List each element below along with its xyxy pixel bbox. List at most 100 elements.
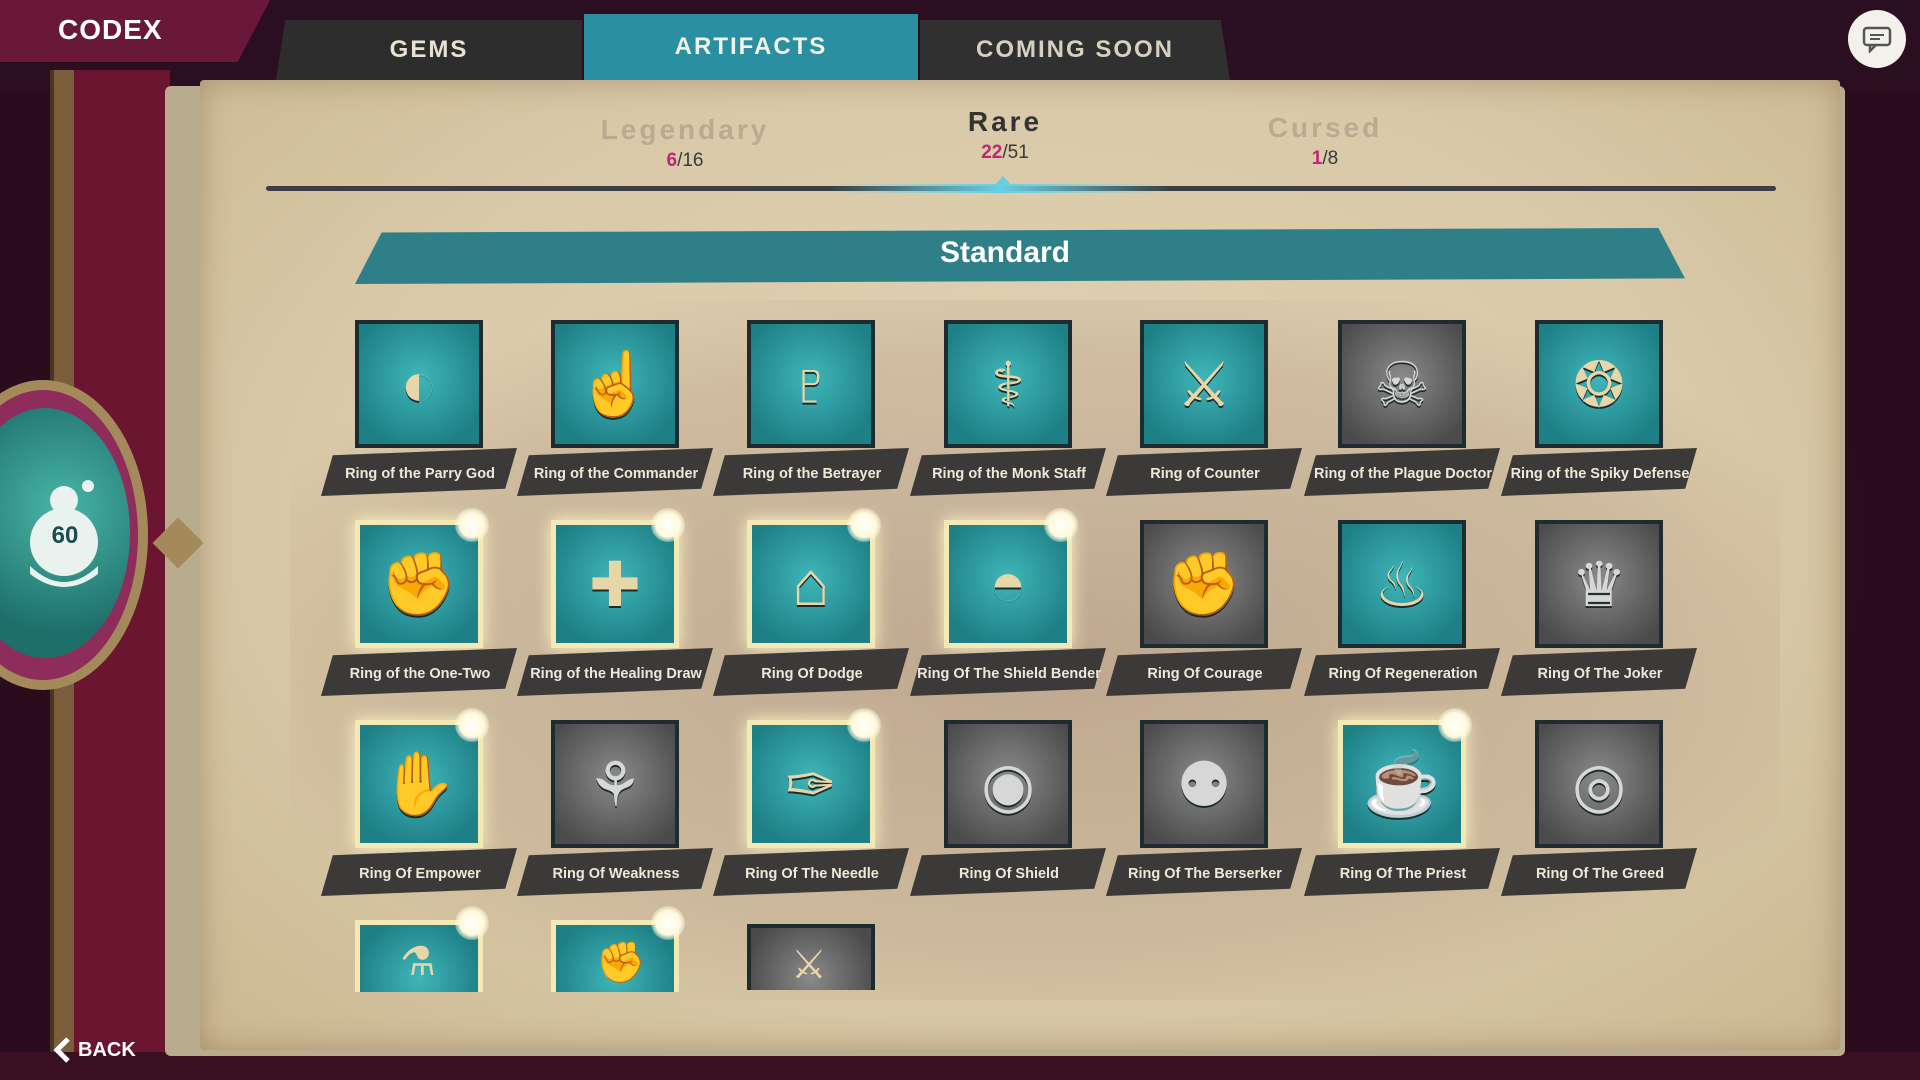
pointing-hand-icon: ☝ — [576, 349, 654, 419]
artifact-card-partial[interactable]: ⚔ — [747, 924, 875, 990]
artifact-card[interactable]: ✊ Ring of the One-Two — [315, 508, 517, 710]
artifact-card[interactable]: ◐ Ring of the Parry God — [315, 320, 517, 510]
back-button[interactable]: BACK — [52, 1036, 136, 1064]
new-sparkle-icon — [1438, 708, 1472, 742]
money-bag-icon: ◎ — [1571, 750, 1627, 820]
artifact-card[interactable]: ♛ Ring Of The Joker — [1495, 520, 1697, 710]
chalice-icon: ☕ — [1363, 749, 1441, 819]
artifact-name: Ring of the Plague Doctor — [1313, 466, 1493, 482]
artifact-name: Ring Of The Needle — [745, 866, 879, 882]
artifact-tile: ☝ — [551, 320, 679, 448]
artifact-card[interactable]: ✑ Ring Of The Needle — [707, 708, 909, 910]
artifact-name: Ring Of Shield — [959, 866, 1059, 882]
artifact-name: Ring of the Parry God — [345, 466, 495, 482]
tab-coming-soon[interactable]: COMING SOON — [920, 20, 1230, 80]
category-count: 6/16 — [666, 150, 704, 171]
shield-arm-icon: ◐ — [400, 349, 438, 419]
artifact-name: Ring Of Empower — [359, 866, 481, 882]
artifact-tile: ⚉ — [1140, 720, 1268, 848]
fist-icon: ✊ — [1165, 549, 1243, 619]
artifact-name: Ring Of The Berserker — [1128, 866, 1282, 882]
staff-icon: ⚕ — [991, 350, 1025, 420]
artifact-card[interactable]: ◓ Ring Of The Shield Bender — [904, 508, 1106, 710]
tab-artifacts[interactable]: ARTIFACTS — [584, 14, 918, 80]
artifact-card[interactable]: ♇ Ring of the Betrayer — [707, 320, 909, 510]
jester-hat-icon: ♛ — [1571, 550, 1627, 620]
artifact-name: Ring of the Healing Draw — [530, 666, 702, 682]
artifact-name: Ring of Counter — [1150, 466, 1260, 482]
hat-icon: ⌂ — [792, 549, 830, 619]
artifact-card[interactable]: ☝ Ring of the Commander — [511, 320, 713, 510]
spiked-helmet-icon: ❂ — [1573, 350, 1625, 420]
artifact-card[interactable]: ◎ Ring Of The Greed — [1495, 720, 1697, 910]
plague-mask-icon: ☠ — [1374, 350, 1430, 420]
artifact-name: Ring of the Spiky Defense — [1510, 466, 1690, 482]
gauntlet-icon: ✊ — [380, 549, 458, 619]
artifact-card[interactable]: ☕ Ring Of The Priest — [1298, 708, 1500, 910]
artifact-card[interactable]: ☠ Ring of the Plague Doctor — [1298, 320, 1500, 510]
artifact-tile: ✊ — [1140, 520, 1268, 648]
category-count: 22/51 — [981, 142, 1029, 163]
new-sparkle-icon — [847, 708, 881, 742]
artifact-tile: ◐ — [355, 320, 483, 448]
artifact-name: Ring Of Courage — [1147, 666, 1263, 682]
artifact-card[interactable]: ◉ Ring Of Shield — [904, 720, 1106, 910]
artifact-card[interactable]: ✋ Ring Of Empower — [315, 708, 517, 910]
needle-icon: ✑ — [785, 750, 837, 820]
artifact-name: Ring Of The Priest — [1339, 866, 1467, 882]
artifact-tile: ⚘ — [551, 720, 679, 848]
magic-shield-icon: ◓ — [989, 549, 1027, 619]
artifact-name: Ring Of The Greed — [1535, 866, 1665, 882]
artifact-card[interactable]: ⚘ Ring Of Weakness — [511, 720, 713, 910]
category-rare[interactable]: Rare 22/51 — [885, 106, 1125, 164]
artifact-card[interactable]: ⚉ Ring Of The Berserker — [1100, 720, 1302, 910]
new-sparkle-icon — [1044, 508, 1078, 542]
artifact-tile: ☠ — [1338, 320, 1466, 448]
artifact-card[interactable]: ❂ Ring of the Spiky Defense — [1495, 320, 1697, 510]
artifact-tile: ♇ — [747, 320, 875, 448]
category-name: Legendary — [600, 114, 770, 145]
new-sparkle-icon — [847, 508, 881, 542]
bear-icon: ⚉ — [1176, 750, 1232, 820]
category-cursed[interactable]: Cursed 1/8 — [1205, 112, 1445, 170]
category-name: Cursed — [1267, 112, 1383, 143]
artifact-name: Ring Of The Joker — [1537, 666, 1663, 682]
artifact-name: Ring of the One-Two — [349, 666, 491, 682]
artifact-card[interactable]: ♨ Ring Of Regeneration — [1298, 520, 1500, 710]
artifact-tile: ⚕ — [944, 320, 1072, 448]
potion-icon: ⚗ — [400, 940, 436, 984]
dark-helm-icon: ♇ — [787, 349, 835, 419]
new-sparkle-icon — [651, 508, 685, 542]
category-legendary[interactable]: Legendary 6/16 — [565, 114, 805, 172]
chevron-left-icon — [53, 1037, 70, 1063]
artifact-card[interactable]: ⚔ Ring of Counter — [1100, 320, 1302, 510]
artifact-card[interactable]: ⌂ Ring Of Dodge — [707, 508, 909, 710]
new-sparkle-icon — [455, 708, 489, 742]
chat-button[interactable] — [1848, 10, 1906, 68]
flexed-arm-icon: ✋ — [380, 749, 458, 819]
cat-icon: ⚘ — [587, 750, 643, 820]
artifact-name: Ring Of Weakness — [552, 866, 680, 882]
crossed-swords-icon: ⚔ — [1176, 350, 1232, 420]
artifact-name: Ring Of Dodge — [761, 666, 863, 682]
bottom-band — [0, 1052, 1920, 1080]
category-selection-indicator — [994, 176, 1012, 186]
artifact-card[interactable]: ⚕ Ring of the Monk Staff — [904, 320, 1106, 510]
new-sparkle-icon — [455, 906, 489, 940]
artifact-name: Ring of the Monk Staff — [932, 466, 1086, 482]
artifact-tile: ⚔ — [1140, 320, 1268, 448]
artifact-tile: ♨ — [1338, 520, 1466, 648]
artifact-card[interactable]: ✚ Ring of the Healing Draw — [511, 508, 713, 710]
new-sparkle-icon — [651, 906, 685, 940]
healing-card-icon: ✚ — [589, 550, 641, 620]
flame-icon: ♨ — [1374, 550, 1430, 620]
new-sparkle-icon — [455, 508, 489, 542]
artifact-name: Ring of the Betrayer — [742, 466, 882, 482]
tab-gems[interactable]: GEMS — [276, 20, 582, 80]
artifact-name: Ring Of Regeneration — [1328, 666, 1478, 682]
back-label: BACK — [78, 1038, 136, 1061]
chat-icon — [1862, 26, 1892, 53]
round-shield-icon: ◉ — [980, 750, 1036, 820]
artifact-name: Ring Of The Shield Bender — [917, 666, 1101, 682]
artifact-card[interactable]: ✊ Ring Of Courage — [1100, 520, 1302, 710]
